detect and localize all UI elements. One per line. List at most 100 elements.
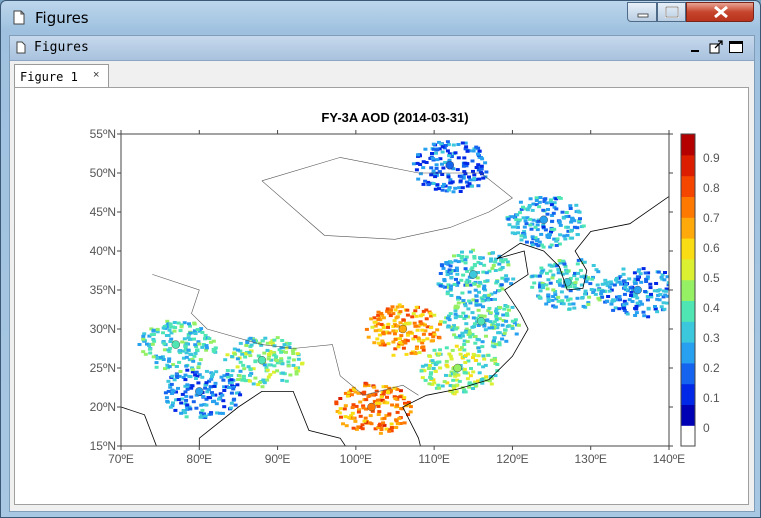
aod-pixel xyxy=(427,364,432,367)
aod-region-himalaya-foothills xyxy=(257,356,267,365)
aod-pixel xyxy=(346,415,351,419)
aod-pixel xyxy=(491,251,495,255)
aod-pixel xyxy=(476,354,481,358)
aod-pixel xyxy=(448,312,453,316)
colorbar-tick-label: 0 xyxy=(703,421,710,435)
aod-pixel xyxy=(378,431,383,435)
aod-pixel xyxy=(354,404,359,408)
aod-pixel xyxy=(399,334,404,338)
aod-pixel xyxy=(450,180,455,184)
aod-pixel xyxy=(531,218,536,222)
aod-pixel xyxy=(561,216,566,220)
aod-pixel xyxy=(177,349,182,353)
y-tick-label: 25ºN xyxy=(90,361,116,375)
aod-pixel xyxy=(556,299,561,303)
tab-close-icon[interactable]: × xyxy=(93,69,99,81)
aod-pixel xyxy=(574,277,579,281)
aod-pixel xyxy=(550,227,555,231)
aod-pixel xyxy=(394,316,399,320)
aod-pixel xyxy=(462,367,467,371)
aod-pixel xyxy=(203,386,208,390)
aod-pixel xyxy=(440,384,445,388)
maximize-button[interactable] xyxy=(657,2,686,22)
aod-pixel xyxy=(481,354,486,358)
minimize-button[interactable] xyxy=(627,2,657,22)
aod-pixel xyxy=(180,392,185,396)
aod-pixel xyxy=(432,348,437,352)
aod-pixel xyxy=(481,270,486,274)
aod-pixel xyxy=(197,342,202,346)
aod-pixel xyxy=(538,289,543,293)
colorbar-segment xyxy=(681,279,695,301)
aod-pixel xyxy=(389,422,394,426)
aod-pixel xyxy=(189,353,194,356)
aod-pixel xyxy=(195,328,200,331)
aod-pixel xyxy=(605,299,610,303)
aod-pixel xyxy=(587,295,592,299)
aod-pixel xyxy=(572,306,577,310)
minimize-icon[interactable] xyxy=(688,39,704,55)
aod-pixel xyxy=(405,313,410,317)
aod-pixel xyxy=(238,369,243,373)
aod-pixel xyxy=(379,395,384,399)
aod-pixel xyxy=(360,423,365,427)
aod-pixel xyxy=(435,328,440,332)
aod-pixel xyxy=(621,279,626,283)
aod-pixel xyxy=(265,368,270,372)
aod-pixel xyxy=(465,149,470,153)
aod-pixel xyxy=(477,338,481,342)
aod-pixel xyxy=(188,331,193,335)
aod-pixel xyxy=(499,258,504,262)
aod-pixel xyxy=(208,385,213,389)
maximize-icon[interactable] xyxy=(728,39,744,55)
aod-pixel xyxy=(487,306,492,310)
aod-pixel xyxy=(617,280,622,284)
aod-pixel xyxy=(548,281,553,285)
aod-pixel xyxy=(571,302,576,306)
aod-pixel xyxy=(458,315,463,318)
aod-pixel xyxy=(416,153,420,157)
aod-pixel xyxy=(528,217,533,221)
aod-pixel xyxy=(476,184,481,188)
aod-pixel xyxy=(351,426,356,430)
aod-pixel xyxy=(209,377,214,381)
colorbar-segment xyxy=(681,300,695,322)
aod-pixel xyxy=(477,349,482,353)
aod-pixel xyxy=(413,309,418,313)
aod-pixel xyxy=(561,259,566,263)
aod-pixel xyxy=(530,243,535,247)
undock-icon[interactable] xyxy=(708,39,724,55)
aod-pixel xyxy=(170,388,175,392)
aod-pixel xyxy=(190,384,195,388)
aod-pixel xyxy=(575,262,580,266)
tab-figure-1[interactable]: Figure 1 × xyxy=(14,64,109,88)
aod-pixel xyxy=(418,172,423,176)
aod-pixel xyxy=(472,176,477,180)
aod-pixel xyxy=(542,198,547,201)
window-title: Figures xyxy=(35,9,89,27)
title-bar[interactable]: Figures xyxy=(1,1,760,35)
aod-pixel xyxy=(167,328,172,332)
aod-pixel xyxy=(253,360,258,364)
aod-pixel xyxy=(635,278,640,282)
aod-pixel xyxy=(468,374,473,378)
aod-pixel xyxy=(486,353,491,357)
aod-pixel xyxy=(413,335,418,339)
aod-pixel xyxy=(471,370,476,374)
aod-pixel xyxy=(671,282,675,285)
aod-pixel xyxy=(452,283,457,286)
close-button[interactable] xyxy=(686,2,754,22)
aod-pixel xyxy=(446,316,450,320)
aod-pixel xyxy=(211,339,216,343)
aod-pixel xyxy=(497,262,502,266)
aod-pixel xyxy=(387,429,392,433)
aod-pixel xyxy=(378,328,383,332)
aod-pixel xyxy=(207,337,212,340)
colorbar-tick-label: 0.7 xyxy=(703,211,720,225)
aod-pixel xyxy=(431,142,436,146)
aod-pixel xyxy=(392,319,397,323)
aod-pixel xyxy=(476,346,481,350)
aod-pixel xyxy=(554,207,559,211)
aod-pixel xyxy=(204,403,209,407)
aod-pixel xyxy=(462,371,467,375)
